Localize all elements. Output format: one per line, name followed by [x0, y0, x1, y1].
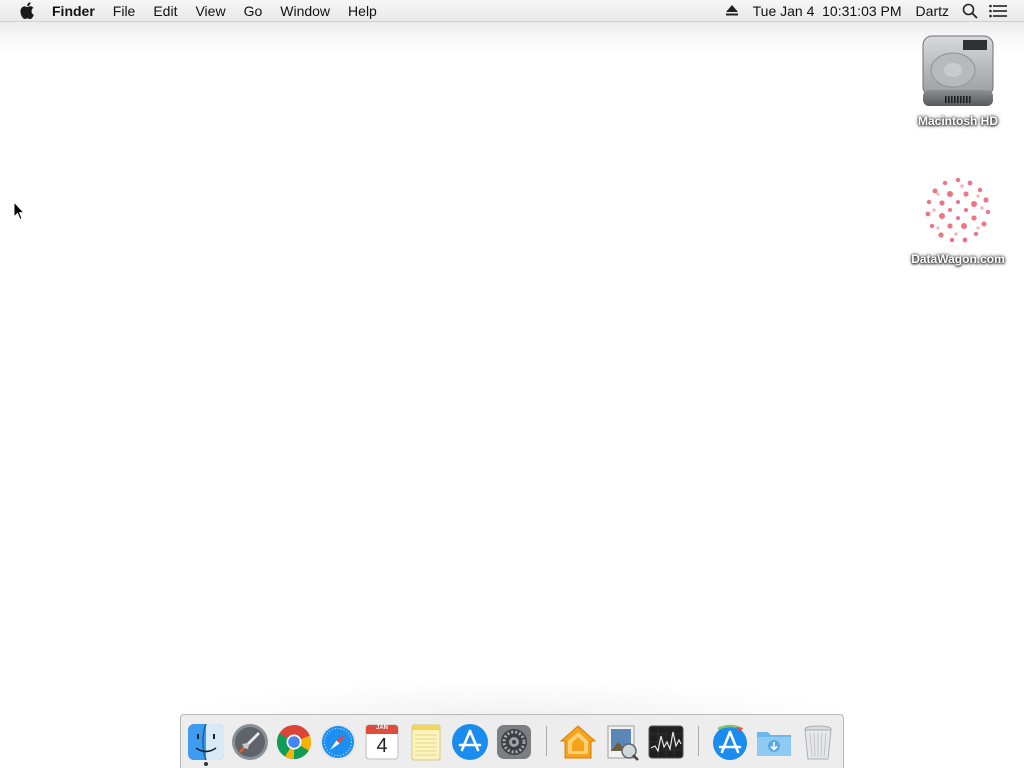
menu-app-name[interactable]: Finder	[52, 0, 104, 22]
notes-icon	[411, 724, 441, 761]
desktop-icon-datawagon[interactable]: DataWagon.com	[898, 172, 1018, 266]
desktop-icon-macintosh-hd[interactable]: Macintosh HD	[898, 32, 1018, 128]
menu-edit[interactable]: Edit	[144, 0, 186, 22]
dock-item-launchpad[interactable]	[230, 722, 270, 762]
menu-view[interactable]: View	[186, 0, 234, 22]
dock-separator	[546, 726, 547, 756]
desktop[interactable]	[0, 22, 1024, 768]
dock-item-chrome[interactable]	[274, 722, 314, 762]
dock-item-home[interactable]	[558, 722, 598, 762]
dock-item-app-store[interactable]	[450, 722, 490, 762]
apple-icon[interactable]	[19, 2, 35, 20]
trash-icon	[804, 725, 832, 760]
dock-item-finder[interactable]	[186, 722, 226, 762]
applications-folder-icon	[713, 724, 747, 760]
dock-item-safari[interactable]	[318, 722, 358, 762]
dock-item-activity-monitor[interactable]	[646, 722, 686, 762]
calendar-month: JAN	[375, 725, 388, 731]
dock-separator	[698, 726, 699, 756]
app-store-icon	[452, 724, 488, 760]
safari-icon	[320, 724, 356, 760]
dock-item-trash[interactable]	[798, 722, 838, 762]
activity-monitor-icon	[648, 725, 684, 759]
mouse-cursor-icon	[13, 201, 25, 221]
hard-drive-icon	[922, 35, 994, 106]
running-indicator	[204, 762, 208, 766]
dock-item-calendar[interactable]: JAN 4	[362, 722, 402, 762]
preview-icon	[607, 725, 639, 761]
finder-icon	[188, 723, 224, 761]
calendar-day: 4	[376, 735, 388, 757]
dock-item-downloads[interactable]	[754, 722, 794, 762]
menu-clock[interactable]: Tue Jan 4 10:31:03 PM	[746, 0, 909, 22]
dock-item-preview[interactable]	[602, 722, 642, 762]
menu-help[interactable]: Help	[339, 0, 386, 22]
disk-image-icon	[925, 177, 991, 243]
menu-user[interactable]: Dartz	[909, 0, 956, 22]
desktop-icon-label: Macintosh HD	[917, 114, 998, 128]
launchpad-icon	[232, 724, 268, 760]
menu-file[interactable]: File	[104, 0, 145, 22]
system-preferences-icon	[497, 725, 531, 759]
menu-go[interactable]: Go	[235, 0, 272, 22]
spotlight-search-icon[interactable]	[961, 3, 979, 19]
dock-item-notes[interactable]	[406, 722, 446, 762]
dock-item-system-preferences[interactable]	[494, 722, 534, 762]
eject-icon[interactable]	[723, 3, 741, 19]
menu-bar: Finder File Edit View Go Window Help Tue…	[0, 0, 1024, 22]
chrome-icon	[276, 725, 311, 760]
notification-center-icon[interactable]	[989, 3, 1007, 19]
menu-window[interactable]: Window	[271, 0, 339, 22]
desktop-icon-label: DataWagon.com	[911, 252, 1005, 266]
downloads-folder-icon	[757, 732, 791, 756]
dock-item-applications[interactable]	[710, 722, 750, 762]
home-icon	[559, 725, 597, 759]
